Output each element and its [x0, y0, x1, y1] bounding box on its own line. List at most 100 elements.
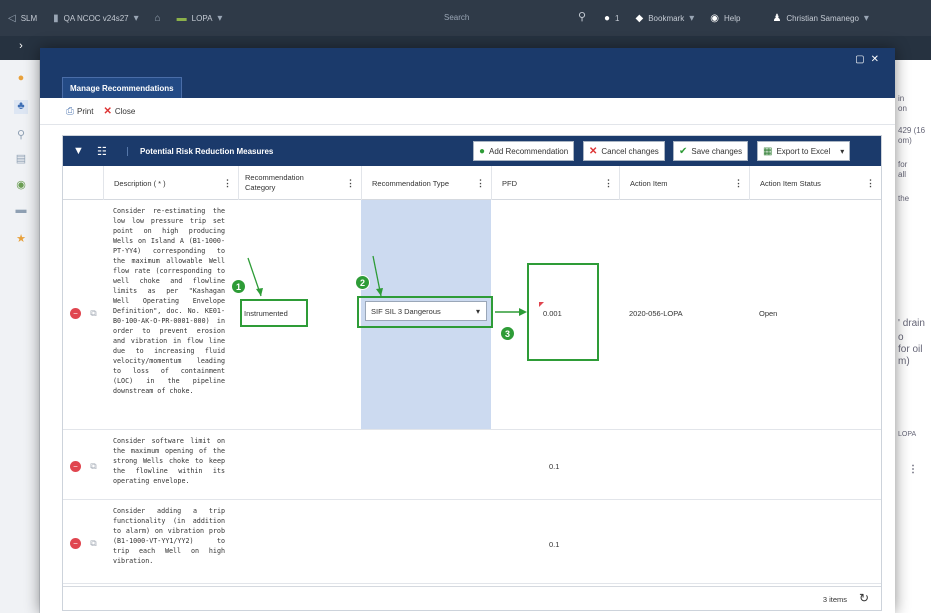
- print-button[interactable]: ⎙ Print: [66, 106, 93, 117]
- col-action-item-label: Action Item: [630, 178, 668, 188]
- column-menu-icon[interactable]: ⋮: [223, 178, 232, 189]
- database-icon: ▮: [53, 12, 59, 24]
- left-sidebar: › ● ♣ ⚲ ▤ ◉ ▬ ★: [0, 40, 40, 613]
- delete-row-icon[interactable]: −: [70, 461, 81, 472]
- home-icon: ⌂: [154, 12, 161, 24]
- project-selector[interactable]: ▮ QA NCOC v24s27 ▾: [45, 13, 146, 24]
- print-label: Print: [77, 106, 94, 116]
- col-type-label: Recommendation Type: [372, 178, 449, 188]
- delete-row-icon[interactable]: −: [70, 308, 81, 319]
- columns-icon[interactable]: ☷: [97, 145, 111, 158]
- table-row[interactable]: − ⧉ Consider software limit on the maxim…: [63, 430, 881, 500]
- table-row[interactable]: − ⧉ Consider adding a trip functionality…: [63, 500, 881, 584]
- cancel-changes-button[interactable]: ✕ Cancel changes: [583, 141, 665, 161]
- sidebar-item-star[interactable]: ★: [14, 232, 28, 246]
- highlight-box-category: [240, 299, 308, 327]
- highlight-box-pfd: [527, 263, 599, 361]
- bg-text: m): [898, 356, 910, 367]
- modal-tab-row: Manage Recommendations: [40, 72, 895, 98]
- row-description[interactable]: Consider re-estimating the low low press…: [113, 206, 225, 396]
- save-changes-button[interactable]: ✔ Save changes: [673, 141, 749, 161]
- home-button[interactable]: ⌂: [147, 13, 169, 24]
- expand-icon[interactable]: ›: [14, 40, 28, 54]
- print-icon: ⎙: [66, 105, 74, 117]
- export-label: Export to Excel: [776, 146, 831, 156]
- col-status-label: Action Item Status: [760, 178, 821, 188]
- save-label: Save changes: [691, 146, 743, 156]
- tab-manage-recommendations[interactable]: Manage Recommendations: [62, 77, 182, 98]
- close-icon: ✕: [103, 105, 112, 117]
- maximize-icon[interactable]: ▢: [855, 54, 870, 65]
- module-selector[interactable]: ▬ LOPA ▾: [169, 13, 231, 24]
- notifications-button[interactable]: ● 1: [596, 13, 628, 24]
- search-icon[interactable]: ⚲: [578, 10, 586, 23]
- bookmark-button[interactable]: ◆ Bookmark ▾: [628, 13, 703, 24]
- sidebar-item-search[interactable]: ⚲: [14, 128, 28, 142]
- close-button[interactable]: ✕ Close: [103, 106, 135, 117]
- user-name: Christian Samanego: [786, 13, 859, 23]
- app-menu[interactable]: ◁ SLM: [0, 13, 45, 24]
- column-headers: Description ( * ) ⋮ Recommendation Catego…: [63, 166, 881, 200]
- col-description[interactable]: Description ( * ) ⋮: [103, 166, 238, 200]
- search-input[interactable]: Search: [444, 13, 469, 22]
- col-pfd-label: PFD: [502, 178, 517, 188]
- sidebar-item-doc[interactable]: ▤: [14, 152, 28, 166]
- copy-row-icon[interactable]: ⧉: [88, 308, 99, 319]
- bg-text: on: [898, 104, 907, 113]
- window-controls: ▢✕: [855, 54, 885, 65]
- module-name: LOPA: [191, 13, 213, 23]
- check-icon: ✔: [679, 145, 688, 157]
- refresh-icon[interactable]: ↻: [859, 591, 869, 605]
- filter-icon[interactable]: ▼: [73, 145, 87, 157]
- column-menu-icon[interactable]: ⋮: [476, 178, 485, 189]
- copy-row-icon[interactable]: ⧉: [88, 461, 99, 472]
- user-menu[interactable]: ♟ Christian Samanego ▾: [764, 13, 876, 24]
- grid-title: Potential Risk Reduction Measures: [127, 146, 273, 156]
- bg-text: for oil: [898, 344, 923, 355]
- annotation-badge-3: 3: [500, 326, 515, 341]
- row-action-item[interactable]: 2020-056-LOPA: [629, 309, 683, 318]
- sidebar-item-globe[interactable]: ◉: [14, 178, 28, 192]
- col-action-item[interactable]: Action Item ⋮: [619, 166, 749, 200]
- col-category[interactable]: Recommendation Category ⋮: [238, 166, 361, 200]
- sidebar-item-1[interactable]: ●: [14, 72, 28, 86]
- row-pfd[interactable]: 0.1: [549, 462, 559, 471]
- notification-count: 1: [615, 13, 620, 23]
- add-recommendation-button[interactable]: ● Add Recommendation: [473, 141, 575, 161]
- column-menu-icon[interactable]: ⋮: [346, 178, 355, 188]
- export-excel-button[interactable]: ▦ Export to Excel ▾: [757, 141, 851, 161]
- grid-footer: 3 items ↻: [63, 586, 881, 610]
- row-description[interactable]: Consider adding a trip functionality (in…: [113, 506, 225, 566]
- bg-text: LOPA: [898, 431, 917, 438]
- help-button[interactable]: ◉ Help: [702, 13, 748, 24]
- sidebar-item-hierarchy[interactable]: ♣: [14, 100, 28, 114]
- row-description[interactable]: Consider software limit on the maximum o…: [113, 436, 225, 486]
- row-pfd[interactable]: 0.1: [549, 540, 559, 549]
- bg-text: for: [898, 160, 908, 169]
- project-name: QA NCOC v24s27: [63, 13, 129, 23]
- delete-row-icon[interactable]: −: [70, 538, 81, 549]
- add-label: Add Recommendation: [489, 146, 569, 156]
- chevron-down-icon: ▾: [689, 12, 695, 24]
- col-category-label: Recommendation Category: [245, 173, 304, 192]
- column-menu-icon[interactable]: ⋮: [866, 178, 875, 189]
- col-type[interactable]: Recommendation Type ⋮: [361, 166, 491, 200]
- modal-header: ▢✕: [40, 48, 895, 72]
- close-icon[interactable]: ✕: [871, 54, 885, 65]
- background-panel: in on 429 (16 om) for all the ' drain o …: [894, 60, 931, 613]
- help-icon: ◉: [710, 12, 719, 24]
- modal-toolbar: ⎙ Print ✕ Close: [40, 98, 895, 125]
- col-pfd[interactable]: PFD ⋮: [491, 166, 619, 200]
- row-status: Open: [759, 309, 778, 318]
- bg-text: 429 (16: [898, 126, 926, 135]
- chevron-down-icon: ▾: [863, 12, 869, 24]
- sidebar-item-list[interactable]: ▬: [14, 204, 28, 218]
- bg-text: in: [898, 94, 905, 103]
- col-status[interactable]: Action Item Status ⋮: [749, 166, 881, 200]
- bell-icon: ●: [604, 12, 611, 24]
- column-menu-icon[interactable]: ⋮: [734, 178, 743, 189]
- column-menu-icon[interactable]: ⋮: [604, 178, 613, 189]
- recommendations-grid: ▼ ☷ Potential Risk Reduction Measures ● A…: [62, 135, 882, 611]
- copy-row-icon[interactable]: ⧉: [88, 538, 99, 549]
- cancel-icon: ✕: [589, 145, 598, 157]
